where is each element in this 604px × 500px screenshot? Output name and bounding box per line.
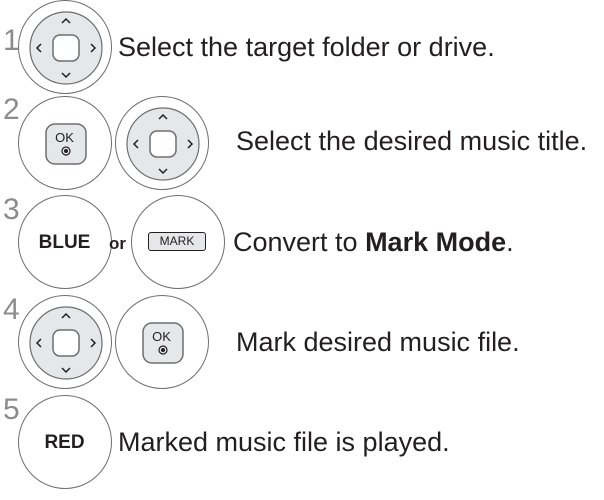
ok-label: OK [152, 329, 171, 344]
navigation-pad-icon [18, 295, 112, 389]
red-label: RED [44, 432, 85, 453]
step-3: 3 BLUE or MARK Convert to Mark Mode. [0, 195, 604, 295]
step-4: 4 OK Mark desired music file. [0, 295, 604, 395]
step-text: Marked music file is played. [118, 427, 450, 457]
step-text: Convert to Mark Mode. [233, 229, 514, 256]
step-number: 5 [3, 393, 20, 426]
step-text-prefix: Convert to [233, 227, 366, 257]
ok-button-icon: OK [18, 96, 112, 190]
blue-button-icon: BLUE [18, 195, 112, 289]
navigation-pad-icon [18, 0, 112, 94]
ok-button-icon: OK [115, 295, 209, 389]
or-label: or [109, 234, 126, 253]
mark-label: MARK [148, 232, 206, 251]
step-text: Mark desired music file. [236, 327, 520, 357]
step-2: 2 OK Select the desired music title. [0, 95, 604, 195]
mark-mode-label: Mark Mode [365, 227, 507, 257]
step-text-suffix: . [506, 227, 514, 257]
step-text: Select the target folder or drive. [118, 32, 495, 62]
step-number: 3 [3, 193, 20, 226]
step-number: 1 [3, 24, 20, 57]
step-1: 1 Select the target folder or drive. [0, 0, 604, 95]
step-text: Select the desired music title. [236, 126, 588, 156]
step-number: 4 [3, 293, 20, 326]
ok-label: OK [55, 130, 74, 145]
red-button-icon: RED [18, 395, 112, 489]
mark-button-icon: MARK [131, 195, 225, 289]
navigation-pad-icon [115, 96, 209, 190]
step-number: 2 [3, 93, 20, 126]
step-5: 5 RED Marked music file is played. [0, 395, 604, 500]
blue-label: BLUE [38, 232, 91, 253]
